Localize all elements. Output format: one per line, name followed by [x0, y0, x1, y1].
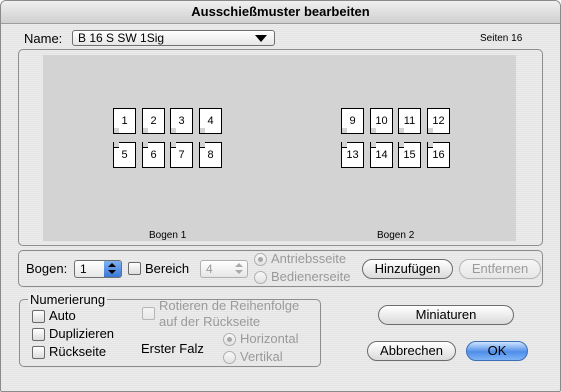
fold-corner-icon	[427, 128, 433, 134]
fold-corner-icon	[199, 142, 205, 148]
page-number: 8	[207, 149, 214, 161]
bogen-stepper-field[interactable]: 1	[74, 260, 122, 278]
vertical-label: Vertikal	[240, 349, 283, 364]
imposition-preview: 1 2 3 4 5 6 7 8 Bogen 1 9 10 11 12 13 14…	[43, 55, 516, 241]
antriebsseite-label: Antriebsseite	[271, 251, 347, 266]
page-number: 11	[403, 115, 416, 127]
name-popup-value: B 16 S SW 1Sig	[78, 31, 165, 45]
page-number: 5	[121, 149, 128, 161]
page-box: 7	[170, 142, 193, 168]
rotate-order-label-1: Rotieren de Reihenfolge	[159, 298, 300, 313]
page-box: 13	[341, 142, 364, 168]
page-box: 10	[370, 108, 393, 134]
page-box: 3	[170, 108, 193, 134]
rotate-order-label-2: auf der Rückseite	[159, 314, 261, 329]
backside-label: Rückseite	[49, 344, 107, 359]
radio-antriebsseite[interactable]	[254, 253, 267, 266]
bogen-stepper-arrows[interactable]	[104, 261, 121, 277]
numbering-title: Numerierung	[28, 292, 108, 307]
sheet-2-layout: 9 10 11 12 13 14 15 16	[341, 108, 453, 170]
name-label: Name:	[24, 31, 63, 46]
page-box: 2	[142, 108, 165, 134]
pages-info: Seiten 16	[480, 33, 523, 44]
page-number: 9	[349, 115, 356, 127]
remove-button[interactable]: Entfernen	[459, 259, 541, 279]
page-box: 16	[427, 142, 450, 168]
bereich-checkbox[interactable]	[128, 262, 141, 275]
duplicate-label: Duplizieren	[49, 326, 115, 341]
radio-bedienerseite[interactable]	[254, 271, 267, 284]
preview-panel: 1 2 3 4 5 6 7 8 Bogen 1 9 10 11 12 13 14…	[18, 49, 543, 246]
bedienerseite-label: Bedienerseite	[271, 269, 351, 284]
page-box: 11	[398, 108, 421, 134]
page-box: 1	[113, 108, 136, 134]
ok-button[interactable]: OK	[466, 341, 528, 361]
page-box: 6	[142, 142, 165, 168]
fold-corner-icon	[341, 142, 347, 148]
fold-corner-icon	[142, 128, 148, 134]
fold-corner-icon	[113, 128, 119, 134]
page-box: 15	[398, 142, 421, 168]
backside-checkbox[interactable]	[32, 346, 45, 359]
fold-corner-icon	[170, 142, 176, 148]
bogen-label: Bogen:	[26, 261, 68, 276]
page-number: 12	[432, 115, 445, 127]
rotate-order-checkbox[interactable]	[142, 307, 155, 320]
sheet-1-label: Bogen 1	[149, 230, 187, 241]
duplicate-checkbox[interactable]	[32, 328, 45, 341]
first-fold-label: Erster Falz	[141, 341, 204, 356]
add-button[interactable]: Hinzufügen	[362, 259, 453, 279]
page-box: 4	[199, 108, 222, 134]
horizontal-label: Horizontal	[240, 331, 299, 346]
auto-checkbox[interactable]	[32, 310, 45, 323]
name-popup[interactable]: B 16 S SW 1Sig	[72, 30, 275, 46]
title-bar: Ausschießmuster bearbeiten	[1, 1, 560, 24]
page-box: 8	[199, 142, 222, 168]
page-number: 4	[207, 115, 214, 127]
bereich-label: Bereich	[145, 261, 190, 276]
page-number: 3	[178, 115, 185, 127]
page-number: 2	[150, 115, 157, 127]
auto-label: Auto	[49, 308, 76, 323]
fold-corner-icon	[170, 128, 176, 134]
bereich-stepper-arrows[interactable]	[231, 261, 247, 277]
page-number: 6	[150, 149, 157, 161]
fold-corner-icon	[427, 142, 433, 148]
page-number: 10	[375, 115, 388, 127]
page-box: 5	[113, 142, 136, 168]
page-number: 1	[121, 115, 128, 127]
fold-corner-icon	[398, 128, 404, 134]
sheet-1-layout: 1 2 3 4 5 6 7 8	[113, 108, 225, 170]
arrow-up-icon	[235, 263, 243, 267]
chevron-down-icon	[255, 35, 267, 42]
fold-corner-icon	[341, 128, 347, 134]
cancel-button[interactable]: Abbrechen	[367, 341, 456, 361]
sheet-2-label: Bogen 2	[377, 230, 415, 241]
page-number: 14	[375, 149, 388, 161]
page-number: 13	[346, 149, 359, 161]
page-box: 12	[427, 108, 450, 134]
bereich-stepper-field[interactable]: 4	[200, 260, 248, 278]
fold-corner-icon	[370, 142, 376, 148]
fold-corner-icon	[142, 142, 148, 148]
arrow-down-icon	[235, 270, 243, 274]
fold-corner-icon	[398, 142, 404, 148]
page-number: 15	[403, 149, 416, 161]
radio-vertical[interactable]	[223, 351, 236, 364]
dialog-window: Ausschießmuster bearbeiten Name: B 16 S …	[0, 0, 561, 392]
fold-corner-icon	[199, 128, 205, 134]
arrow-up-icon	[108, 263, 116, 267]
fold-corner-icon	[370, 128, 376, 134]
window-title: Ausschießmuster bearbeiten	[191, 4, 370, 19]
fold-corner-icon	[113, 142, 119, 148]
thumbnails-button[interactable]: Miniaturen	[378, 305, 514, 325]
page-number: 7	[178, 149, 185, 161]
page-number: 16	[432, 149, 445, 161]
bogen-value: 1	[80, 262, 87, 276]
page-box: 9	[341, 108, 364, 134]
radio-horizontal[interactable]	[223, 333, 236, 346]
page-box: 14	[370, 142, 393, 168]
arrow-down-icon	[108, 270, 116, 274]
bereich-value: 4	[206, 262, 213, 276]
